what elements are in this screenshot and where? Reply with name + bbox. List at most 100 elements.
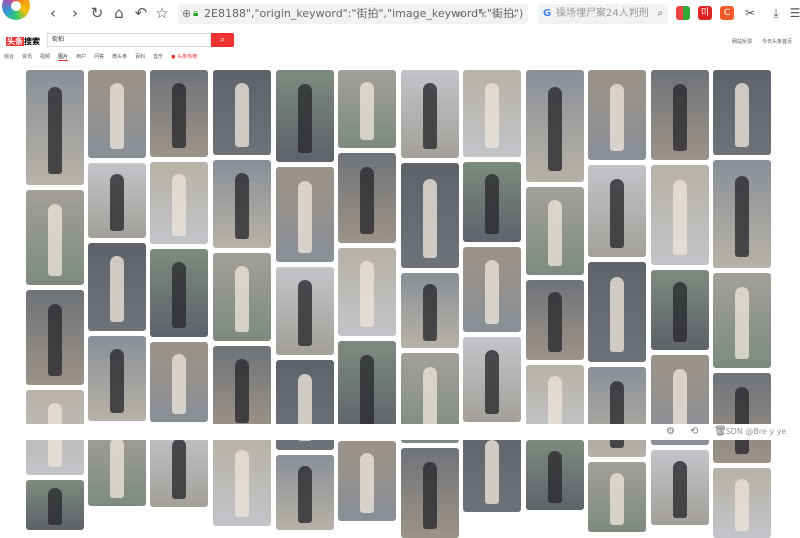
tab-6[interactable]: 微头条 — [112, 53, 127, 61]
person-figure — [610, 277, 624, 352]
tab-7[interactable]: 百科 — [135, 53, 145, 61]
image-result[interactable] — [588, 262, 646, 362]
person-figure — [735, 386, 749, 454]
image-result[interactable] — [463, 162, 521, 242]
person-figure — [610, 178, 624, 248]
image-result[interactable] — [463, 70, 521, 157]
image-result[interactable] — [713, 373, 771, 463]
image-result[interactable] — [213, 160, 271, 248]
image-result[interactable] — [26, 480, 84, 530]
image-result[interactable] — [401, 448, 459, 538]
image-result[interactable] — [26, 70, 84, 185]
address-bar[interactable]: ⊕ 🔒︎ 2E8188","origin_keyword":"街拍","imag… — [178, 4, 528, 24]
image-result[interactable] — [276, 267, 334, 355]
image-result[interactable] — [401, 70, 459, 158]
tab-1[interactable]: 资讯 — [22, 53, 32, 61]
tab-5[interactable]: 问答 — [94, 53, 104, 61]
home-button[interactable]: ⌂ — [110, 4, 128, 22]
chevron-down-icon[interactable]: ⌄ — [510, 7, 519, 20]
image-result[interactable] — [276, 70, 334, 162]
person-figure — [235, 173, 249, 240]
zoom-icon[interactable]: ⌕ — [458, 7, 464, 21]
image-result[interactable] — [713, 468, 771, 538]
image-result[interactable] — [526, 187, 584, 275]
image-result[interactable] — [276, 455, 334, 530]
history-icon[interactable]: ⟲ — [690, 426, 698, 437]
image-result[interactable] — [338, 70, 396, 148]
undo-button[interactable]: ↶ — [132, 4, 150, 22]
feedback-link[interactable]: 网站反馈 — [732, 38, 752, 45]
image-result[interactable] — [150, 70, 208, 157]
image-result[interactable] — [401, 163, 459, 268]
apps-extension-icon[interactable] — [676, 6, 690, 20]
search-input[interactable]: 街拍 — [47, 33, 211, 47]
image-result[interactable] — [150, 162, 208, 244]
favorite-icon[interactable]: ☆ — [492, 7, 502, 20]
tab-2[interactable]: 视频 — [40, 53, 50, 61]
image-result[interactable] — [276, 167, 334, 262]
back-button[interactable]: ‹ — [44, 4, 62, 22]
lightning-icon[interactable]: ϟ — [478, 7, 485, 20]
image-result[interactable] — [88, 336, 146, 421]
search-icon[interactable]: ⌕ — [657, 4, 663, 24]
image-result[interactable] — [150, 249, 208, 337]
scissors-icon[interactable]: ✂ — [741, 4, 759, 22]
person-figure — [110, 83, 124, 150]
search-engine-box[interactable]: G 操场埋尸案24人判刑 ⌕ — [538, 4, 668, 24]
image-result[interactable] — [713, 273, 771, 368]
hot-list-link[interactable]: ● 头条热榜 — [171, 53, 197, 61]
image-result[interactable] — [401, 273, 459, 348]
status-bar: ⚙ ⟲ 🗑︎ CSDN @Bre y ye — [0, 424, 800, 440]
toutiao-home-link[interactable]: 今日头条首页 — [762, 38, 792, 45]
image-result[interactable] — [338, 248, 396, 336]
person-figure — [172, 354, 186, 414]
image-result[interactable] — [463, 247, 521, 332]
menu-icon[interactable]: ☰ — [786, 4, 800, 22]
tab-8[interactable]: 音乐 — [153, 53, 163, 61]
image-result[interactable] — [338, 441, 396, 521]
search-button[interactable]: ⌕ — [211, 33, 234, 47]
image-result[interactable] — [588, 70, 646, 160]
image-result[interactable] — [713, 70, 771, 155]
settings-icon[interactable]: ⚙ — [666, 426, 675, 437]
image-result[interactable] — [588, 165, 646, 257]
extension-red-icon[interactable]: 미 — [698, 6, 712, 20]
image-result[interactable] — [526, 440, 584, 510]
image-result[interactable] — [26, 290, 84, 385]
person-figure — [548, 450, 562, 503]
bookmark-star-button[interactable]: ☆ — [153, 4, 171, 22]
image-result[interactable] — [651, 70, 709, 160]
tab-3[interactable]: 图片 — [58, 53, 69, 61]
tab-4[interactable]: 用户 — [76, 53, 86, 61]
person-figure — [485, 349, 499, 414]
image-result[interactable] — [338, 153, 396, 243]
image-result[interactable] — [463, 337, 521, 422]
image-result[interactable] — [88, 70, 146, 158]
image-result[interactable] — [213, 436, 271, 526]
person-figure — [485, 83, 499, 149]
tab-0[interactable]: 综合 — [4, 53, 14, 61]
image-result[interactable] — [26, 190, 84, 285]
image-result[interactable] — [338, 341, 396, 436]
image-result[interactable] — [88, 243, 146, 331]
download-icon[interactable]: ⤓ — [767, 4, 785, 22]
image-result[interactable] — [588, 367, 646, 457]
image-result[interactable] — [213, 70, 271, 155]
image-result[interactable] — [213, 253, 271, 341]
image-result[interactable] — [651, 165, 709, 265]
image-result[interactable] — [713, 160, 771, 268]
image-result[interactable] — [88, 163, 146, 238]
image-result[interactable] — [651, 450, 709, 525]
forward-button[interactable]: › — [66, 4, 84, 22]
csdn-extension-icon[interactable]: C — [720, 6, 734, 20]
person-figure — [610, 472, 624, 525]
image-result[interactable] — [526, 70, 584, 182]
person-figure — [48, 304, 62, 376]
image-result[interactable] — [651, 270, 709, 350]
image-result[interactable] — [213, 346, 271, 431]
reload-button[interactable]: ↻ — [88, 4, 106, 22]
image-result[interactable] — [588, 462, 646, 532]
image-result[interactable] — [526, 280, 584, 360]
person-figure — [360, 81, 374, 141]
image-result[interactable] — [150, 342, 208, 422]
